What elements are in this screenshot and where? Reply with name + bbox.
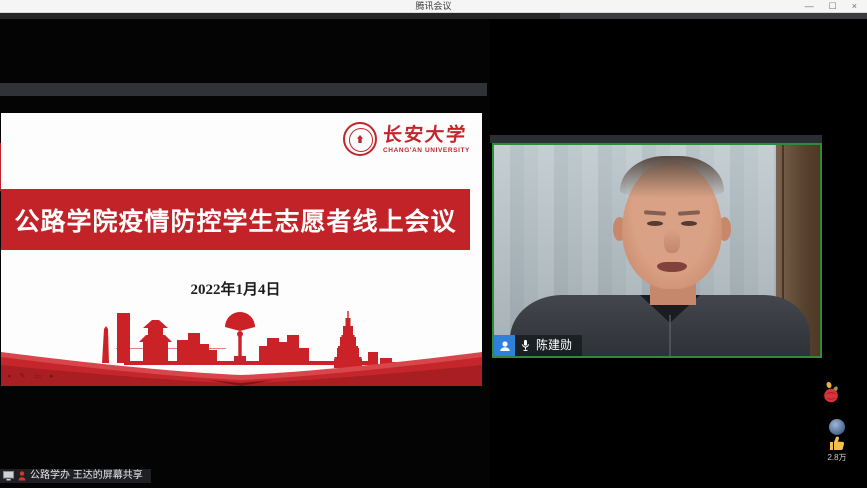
- participant-video[interactable]: 陈建勋: [492, 143, 822, 358]
- window-title: 腾讯会议: [415, 0, 451, 12]
- shared-screen-letterbox: [0, 83, 487, 96]
- slide-date: 2022年1月4日: [1, 278, 470, 299]
- slide-title-banner: 公路学院疫情防控学生志愿者线上会议: [1, 189, 470, 250]
- participant-name-badge: 陈建勋: [494, 335, 582, 356]
- tencent-meeting-window: 腾讯会议 — ☐ × 长安大学 CHANG'AN UNIVERSITY 公路学院…: [0, 0, 867, 488]
- participant-name: 陈建勋: [536, 335, 572, 356]
- university-name-en: CHANG'AN UNIVERSITY: [383, 147, 470, 154]
- presenter-person-icon: [18, 471, 26, 481]
- maximize-button[interactable]: ☐: [829, 0, 837, 12]
- screen-share-badge: 公路学办 王达的屏幕共享: [0, 469, 151, 483]
- window-controls: — ☐ ×: [805, 0, 857, 12]
- minimize-button[interactable]: —: [805, 0, 814, 12]
- slide-ribbon-graphic: [1, 347, 482, 386]
- screen-share-monitor-icon: [3, 471, 14, 481]
- presentation-slide: 长安大学 CHANG'AN UNIVERSITY 公路学院疫情防控学生志愿者线上…: [1, 113, 482, 386]
- university-name-cn: 长安大学: [382, 125, 471, 145]
- microphone-icon: [520, 339, 531, 352]
- slide-title: 公路学院疫情防控学生志愿者线上会议: [14, 202, 456, 238]
- participant-avatar-bubble: [829, 419, 845, 435]
- university-logo: 长安大学 CHANG'AN UNIVERSITY: [343, 122, 470, 156]
- shared-screen-view[interactable]: 长安大学 CHANG'AN UNIVERSITY 公路学院疫情防控学生志愿者线上…: [0, 19, 490, 488]
- video-cell-letterbox: [490, 135, 822, 143]
- presenter-controls: ◂ ✎ ▭ ▸: [7, 373, 54, 381]
- window-titlebar: 腾讯会议: [0, 0, 867, 13]
- pen-tool-icon: ✎: [20, 373, 26, 381]
- thumbs-up-reaction-icon: [828, 435, 846, 451]
- like-count: 2.8万: [820, 452, 854, 463]
- flower-reaction-icon: [821, 381, 841, 405]
- prev-slide-icon: ◂: [7, 373, 11, 381]
- screen-share-label: 公路学办 王达的屏幕共享: [30, 469, 143, 483]
- close-button[interactable]: ×: [852, 0, 857, 12]
- participant-avatar-icon: [494, 335, 515, 356]
- changan-university-emblem-icon: [343, 122, 377, 156]
- next-slide-icon: ▸: [50, 373, 54, 381]
- slide-menu-icon: ▭: [34, 373, 41, 381]
